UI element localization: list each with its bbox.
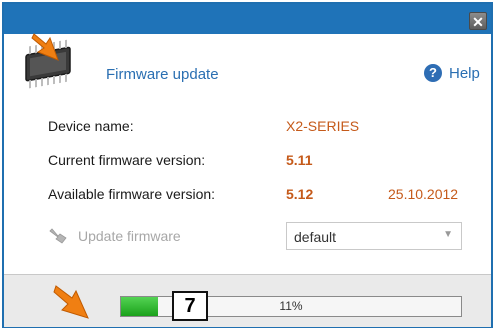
close-icon: ✕: [472, 14, 484, 30]
orange-arrow-icon: [53, 285, 89, 319]
available-firmware-value: 5.12: [286, 186, 314, 202]
help-label: Help: [449, 64, 480, 82]
chip-icon: [25, 33, 71, 89]
current-firmware-value: 5.11: [286, 152, 313, 168]
help-link[interactable]: ? Help: [424, 64, 480, 82]
update-firmware-button[interactable]: Update firmware: [48, 228, 181, 244]
step-number-badge: 7: [172, 291, 208, 321]
update-firmware-label: Update firmware: [78, 228, 181, 244]
dropdown-arrow-icon: ▼: [443, 229, 453, 240]
device-name-label: Device name:: [48, 118, 134, 134]
firmware-update-window: ✕ Firmware update ? Help Device name: X2…: [2, 2, 493, 328]
close-button[interactable]: ✕: [469, 12, 487, 30]
update-hand-icon: [49, 228, 67, 244]
available-firmware-label: Available firmware version:: [48, 186, 216, 202]
available-firmware-date: 25.10.2012: [388, 186, 459, 202]
status-footer: 11% 7: [4, 274, 491, 327]
window-title: Firmware update: [106, 66, 219, 83]
select-value: default: [294, 229, 337, 245]
help-icon: ?: [424, 64, 442, 82]
current-firmware-label: Current firmware version:: [48, 152, 206, 168]
device-name-value: X2-SERIES: [286, 118, 360, 134]
header: Firmware update ? Help: [4, 33, 491, 96]
firmware-source-select[interactable]: default ▼: [286, 222, 462, 250]
